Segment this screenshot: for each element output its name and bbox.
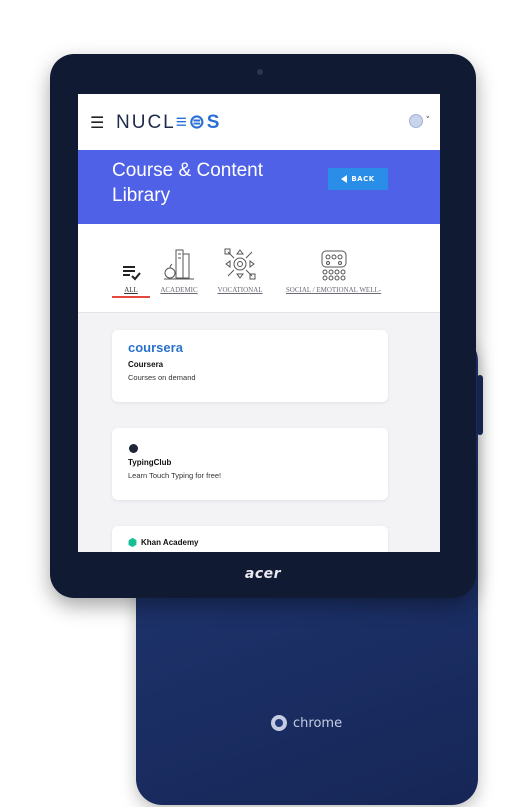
- tab-all[interactable]: ALL: [112, 242, 150, 294]
- front-camera-icon: [257, 69, 263, 75]
- khan-academy-logo: Khan Academy: [128, 538, 199, 547]
- tab-social-emotional[interactable]: SOCIAL / EMOTIONAL WELL‑: [276, 242, 391, 294]
- tablet-front: ☰ NUCL≡⊜S ˅ Course & Content Library BAC…: [50, 54, 476, 598]
- hamburger-icon[interactable]: ☰: [90, 113, 108, 132]
- arrow-left-icon: [341, 175, 348, 183]
- emotions-grid-icon: [319, 242, 349, 282]
- course-subtitle: Learn Touch Typing for free!: [128, 471, 222, 480]
- course-subtitle: Courses on demand: [128, 373, 196, 382]
- chevron-down-icon: ˅: [425, 116, 431, 126]
- side-button: [477, 375, 483, 435]
- logo-prefix: NUCL: [116, 111, 176, 133]
- chrome-brand-text: chrome: [293, 715, 343, 731]
- page-title: Course & Content Library: [112, 160, 264, 206]
- back-button-label: BACK: [351, 175, 375, 183]
- coursera-logo: coursera: [128, 340, 183, 355]
- course-title: Khan Academy: [141, 538, 199, 547]
- course-card-khan-academy[interactable]: Khan Academy: [112, 526, 388, 552]
- tab-academic[interactable]: ACADEMIC: [154, 242, 204, 294]
- tab-all-label: ALL: [124, 286, 138, 294]
- app-screen: ☰ NUCL≡⊜S ˅ Course & Content Library BAC…: [78, 94, 440, 552]
- chrome-icon: [271, 715, 287, 731]
- course-title: TypingClub: [128, 458, 172, 467]
- active-tab-indicator: [112, 296, 150, 298]
- chrome-badge: chrome: [271, 715, 342, 731]
- category-tabs: ALL ACADEMIC VOCATIONAL SOCIAL / EMOTION…: [78, 224, 440, 313]
- list-check-icon: [121, 242, 141, 282]
- course-card-typingclub[interactable]: TypingClub Learn Touch Typing for free!: [112, 428, 388, 500]
- khan-academy-icon: [126, 536, 138, 548]
- user-menu[interactable]: ˅: [408, 114, 431, 128]
- tab-vocational-label: VOCATIONAL: [217, 286, 263, 294]
- back-button[interactable]: BACK: [328, 168, 388, 190]
- tab-vocational[interactable]: VOCATIONAL: [212, 242, 268, 294]
- tab-academic-label: ACADEMIC: [160, 286, 198, 294]
- page-banner: Course & Content Library BACK: [78, 150, 440, 224]
- typingclub-icon: [129, 444, 138, 453]
- logo-mark: ≡⊜: [175, 111, 207, 133]
- books-apple-icon: [162, 242, 196, 282]
- user-avatar-icon: [408, 114, 423, 128]
- tab-social-emotional-label: SOCIAL / EMOTIONAL WELL‑: [285, 286, 382, 294]
- course-card-coursera[interactable]: coursera Coursera Courses on demand: [112, 330, 388, 402]
- app-header: ☰ NUCL≡⊜S ˅: [78, 94, 440, 150]
- acer-brand: acer: [244, 566, 282, 582]
- nucleos-logo[interactable]: NUCL≡⊜S: [116, 111, 221, 134]
- course-title: Coursera: [128, 360, 164, 369]
- tools-gear-icon: [222, 242, 258, 282]
- logo-suffix: S: [206, 111, 222, 133]
